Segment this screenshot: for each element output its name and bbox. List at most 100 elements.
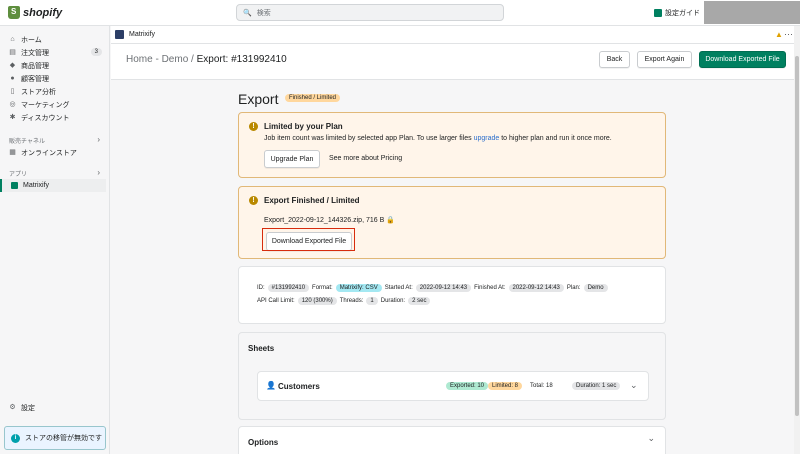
breadcrumb-separator: - xyxy=(152,54,162,65)
home-icon: ⌂ xyxy=(10,36,15,43)
products-icon: ◆ xyxy=(9,62,16,69)
back-button[interactable]: Back xyxy=(599,51,630,68)
scrollbar-thumb[interactable] xyxy=(795,56,799,416)
marketing-icon: ◎ xyxy=(9,101,16,108)
search-icon: 🔍 xyxy=(243,9,252,17)
matrixify-logo-icon xyxy=(115,30,124,39)
id-label: ID: xyxy=(257,285,265,291)
upgrade-link[interactable]: upgrade xyxy=(474,135,500,142)
main-content: Export Finished / Limited ! Limited by y… xyxy=(111,80,800,454)
sidebar-item-home[interactable]: ⌂ ホーム xyxy=(0,33,110,46)
shopify-bag-icon xyxy=(8,6,20,19)
sidebar-item-label: ディスカウント xyxy=(21,114,70,122)
sheet-duration-badge: Duration: 1 sec xyxy=(572,382,621,390)
limited-count-badge: Limited: 8 xyxy=(488,382,523,390)
sidebar-item-discounts[interactable]: ✱ ディスカウント xyxy=(0,111,110,124)
sales-channels-heading: 販売チャネル xyxy=(9,139,45,145)
pin-icon[interactable]: ▲ xyxy=(775,30,783,39)
finished-label: Finished At: xyxy=(474,285,506,291)
sidebar-item-matrixify[interactable]: Matrixify xyxy=(0,179,106,192)
info-icon: i xyxy=(11,433,20,443)
started-label: Started At: xyxy=(384,285,413,291)
store-icon: ▦ xyxy=(9,149,16,156)
more-options-icon[interactable]: ⋯ xyxy=(784,29,794,40)
search-input[interactable]: 🔍 検索 xyxy=(236,4,504,21)
breadcrumb-demo-link[interactable]: Demo xyxy=(162,54,189,65)
threads-value: 1 xyxy=(366,297,378,305)
breadcrumb-home-link[interactable]: Home xyxy=(126,54,153,65)
breadcrumb-current: Export: #131992410 xyxy=(196,54,287,65)
duration-label: Duration: xyxy=(380,298,406,304)
setup-guide-link[interactable]: 設定ガイド xyxy=(654,8,700,18)
sidebar-item-customers[interactable]: ● 顧客管理 xyxy=(0,72,110,85)
apps-heading: アプリ xyxy=(9,172,28,178)
discount-icon: ✱ xyxy=(9,114,16,121)
setup-guide-label: 設定ガイド xyxy=(665,10,700,17)
download-exported-file-button[interactable]: Download Exported File xyxy=(699,51,786,68)
sheet-name: Customers xyxy=(278,382,320,391)
plan-value: Demo xyxy=(583,284,608,292)
exported-file-name: Export_2022-09-12_144326.zip, 716 B xyxy=(264,217,385,224)
sidebar-item-analytics[interactable]: ▯ ストア分析 xyxy=(0,85,110,98)
chevron-down-icon[interactable]: ⌄ xyxy=(630,380,638,391)
chevron-right-icon[interactable]: › xyxy=(97,135,100,144)
upgrade-plan-button[interactable]: Upgrade Plan xyxy=(264,150,320,168)
orders-count-badge: 3 xyxy=(90,48,102,56)
sidebar: ⌂ ホーム ▤ 注文管理 3 ◆ 商品管理 ● 顧客管理 ▯ ストア分析 ◎ マ… xyxy=(0,26,110,454)
api-limit-label: API Call Limit: xyxy=(257,298,295,304)
app-name: Matrixify xyxy=(129,31,156,38)
shopify-logo[interactable]: shopify xyxy=(8,6,62,19)
breadcrumb: Home - Demo / Export: #131992410 xyxy=(126,54,287,65)
chevron-right-icon[interactable]: › xyxy=(97,168,100,177)
exported-file-info: Export_2022-09-12_144326.zip, 716 B 🔒 xyxy=(264,216,395,224)
finished-value: 2022-09-12 14:43 xyxy=(508,284,564,292)
sidebar-item-orders[interactable]: ▤ 注文管理 3 xyxy=(0,46,110,59)
sidebar-item-label: マーケティング xyxy=(21,101,70,109)
plan-limit-title: Limited by your Plan xyxy=(264,122,343,131)
plan-limit-text-after: to higher plan and run it once more. xyxy=(499,135,612,142)
breadcrumb-separator: / xyxy=(188,54,197,65)
warning-icon: ! xyxy=(249,196,258,205)
gear-icon: ⚙ xyxy=(9,404,16,411)
store-transfer-notice[interactable]: i ストアの移管が無効です xyxy=(4,426,106,450)
page-title: Export xyxy=(238,91,279,107)
status-badge: Finished / Limited xyxy=(285,94,341,102)
export-finished-title: Export Finished / Limited xyxy=(264,196,360,205)
sidebar-item-online-store[interactable]: ▦ オンラインストア xyxy=(0,146,110,159)
sheet-row-customers[interactable]: 👤 Customers Exported: 10 Limited: 8 Tota… xyxy=(257,371,649,401)
sidebar-item-label: 顧客管理 xyxy=(21,75,49,83)
plan-limit-text-before: Job item count was limited by selected a… xyxy=(264,135,474,142)
account-menu[interactable] xyxy=(704,1,800,24)
export-again-button[interactable]: Export Again xyxy=(637,51,692,68)
format-value: Matrixify: CSV xyxy=(335,284,382,292)
plan-limit-text: Job item count was limited by selected a… xyxy=(264,135,612,142)
threads-label: Threads: xyxy=(339,298,364,304)
pricing-link[interactable]: See more about Pricing xyxy=(329,155,402,162)
analytics-icon: ▯ xyxy=(10,88,15,95)
sidebar-item-label: ホーム xyxy=(21,36,42,44)
sidebar-item-settings[interactable]: ⚙ 設定 xyxy=(0,401,110,414)
chevron-down-icon[interactable]: ⌄ xyxy=(647,433,655,444)
search-placeholder: 検索 xyxy=(256,9,271,17)
app-bar: Matrixify ▲ ⋯ xyxy=(111,26,800,44)
options-card[interactable]: Options ⌄ xyxy=(238,426,666,454)
orders-icon: ▤ xyxy=(9,49,16,56)
sidebar-item-products[interactable]: ◆ 商品管理 xyxy=(0,59,110,72)
sidebar-item-label: 注文管理 xyxy=(21,49,49,57)
top-bar: shopify 🔍 検索 設定ガイド xyxy=(0,0,800,26)
exported-count-badge: Exported: 10 xyxy=(446,382,489,390)
highlight-box xyxy=(262,228,355,251)
plan-limit-banner: ! Limited by your Plan Job item count wa… xyxy=(238,112,666,178)
scrollbar[interactable] xyxy=(794,26,800,454)
format-label: Format: xyxy=(312,285,333,291)
sheets-card: Sheets 👤 Customers Exported: 10 Limited:… xyxy=(238,332,666,420)
page-header: Home - Demo / Export: #131992410 Back Ex… xyxy=(111,44,800,80)
duration-value: 2 sec xyxy=(408,297,431,305)
sidebar-item-label: Matrixify xyxy=(23,182,50,189)
sidebar-item-label: ストア分析 xyxy=(21,88,56,96)
sidebar-item-label: オンラインストア xyxy=(21,149,77,157)
export-details-row-1: ID: #131992410 Format: Matrixify: CSV St… xyxy=(257,284,611,292)
export-details-card: ID: #131992410 Format: Matrixify: CSV St… xyxy=(238,266,666,324)
export-details-row-2: API Call Limit: 120 (300%) Threads: 1 Du… xyxy=(257,297,433,305)
sidebar-item-marketing[interactable]: ◎ マーケティング xyxy=(0,98,110,111)
